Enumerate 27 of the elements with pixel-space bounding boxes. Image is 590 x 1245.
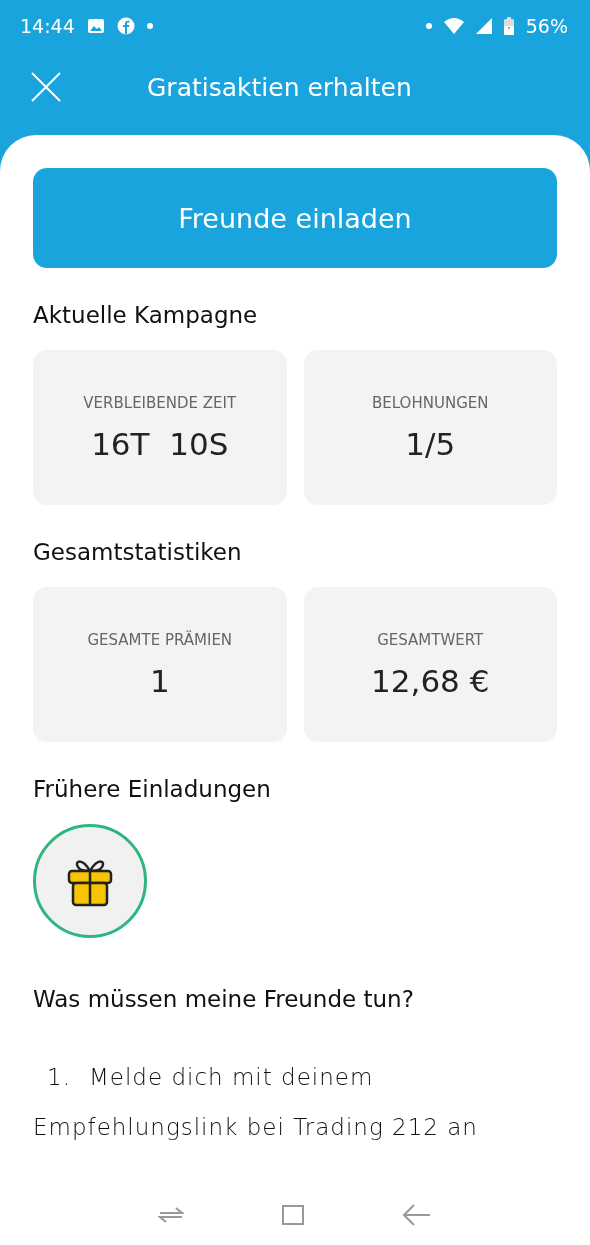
image-icon [86, 18, 105, 34]
stat-label: GESAMTE PRÄMIEN [87, 630, 233, 649]
facebook-icon [116, 17, 135, 35]
screen-title: Gratisaktien erhalten [147, 72, 412, 102]
section-heading: Frühere Einladungen [33, 776, 272, 802]
step-text: 1. Melde dich mit deinem Empfehlungslink bei Trading 212 an [33, 1063, 479, 1142]
battery-icon [503, 17, 514, 35]
dot-icon [146, 23, 153, 29]
section-heading: Aktuelle Kampagne [33, 302, 259, 328]
invite-friends-button[interactable]: Freunde einladen [33, 168, 557, 268]
section-heading: Gesamtstatistiken [33, 539, 243, 565]
home-icon[interactable] [280, 1203, 306, 1227]
wifi-icon [443, 18, 464, 34]
status-time: 14:44 [20, 15, 75, 37]
stat-value: 16T 10S [91, 425, 229, 462]
section-heading: Was müssen meine Freunde tun? [33, 986, 415, 1012]
stat-value: 1/5 [405, 425, 456, 462]
stat-value: 12,68 € [371, 662, 490, 699]
battery-percent: 56% [525, 15, 568, 37]
dot-icon [425, 23, 432, 29]
signal-icon [475, 18, 492, 34]
stat-label: BELOHNUNGEN [372, 393, 489, 412]
stat-value: 1 [149, 662, 170, 699]
stat-label: GESAMTWERT [377, 630, 484, 649]
stat-label: VERBLEIBENDE ZEIT [83, 393, 237, 412]
back-icon[interactable] [402, 1203, 432, 1227]
close-icon[interactable] [30, 71, 62, 103]
